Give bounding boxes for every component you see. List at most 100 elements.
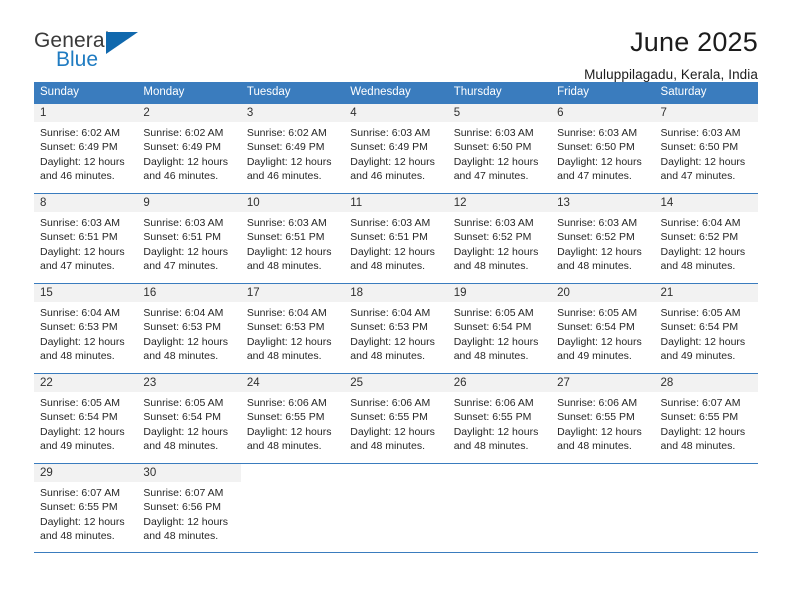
- day-cell[interactable]: 11 Sunrise: 6:03 AM Sunset: 6:51 PM Dayl…: [344, 194, 448, 283]
- day-cell[interactable]: 19 Sunrise: 6:05 AM Sunset: 6:54 PM Dayl…: [447, 284, 552, 373]
- day-number: 9: [137, 194, 241, 212]
- day-cell[interactable]: 20 Sunrise: 6:05 AM Sunset: 6:54 PM Dayl…: [551, 284, 655, 373]
- sunset-text: Sunset: 6:54 PM: [40, 411, 118, 424]
- day-cell[interactable]: 2 Sunrise: 6:02 AM Sunset: 6:49 PM Dayli…: [137, 104, 241, 193]
- day-details: Sunrise: 6:03 AM Sunset: 6:51 PM Dayligh…: [241, 212, 344, 274]
- sunset-text: Sunset: 6:55 PM: [350, 411, 428, 424]
- daylight-text-line1: Daylight: 12 hours: [660, 245, 746, 258]
- sunset-text: Sunset: 6:49 PM: [246, 141, 325, 154]
- day-details: Sunrise: 6:06 AM Sunset: 6:55 PM Dayligh…: [551, 392, 654, 454]
- day-cell[interactable]: 25 Sunrise: 6:06 AM Sunset: 6:55 PM Dayl…: [344, 374, 448, 463]
- day-cell-empty: [551, 464, 655, 552]
- sunset-text: Sunset: 6:56 PM: [143, 501, 222, 514]
- daylight-text-line1: Daylight: 12 hours: [246, 245, 332, 258]
- day-cell[interactable]: 26 Sunrise: 6:06 AM Sunset: 6:55 PM Dayl…: [447, 374, 552, 463]
- daylight-text-line1: Daylight: 12 hours: [557, 425, 642, 438]
- day-cell[interactable]: 13 Sunrise: 6:03 AM Sunset: 6:52 PM Dayl…: [551, 194, 655, 283]
- sunset-text: Sunset: 6:49 PM: [40, 141, 118, 154]
- sunset-text: Sunset: 6:52 PM: [453, 231, 532, 244]
- day-cell[interactable]: 17 Sunrise: 6:04 AM Sunset: 6:53 PM Dayl…: [240, 284, 345, 373]
- week-row: 22 Sunrise: 6:05 AM Sunset: 6:54 PM Dayl…: [34, 373, 758, 463]
- day-number: 28: [654, 374, 758, 392]
- sunrise-text: Sunrise: 6:07 AM: [660, 397, 741, 409]
- calendar-grid: Sunday Monday Tuesday Wednesday Thursday…: [34, 82, 758, 553]
- day-details: Sunrise: 6:07 AM Sunset: 6:55 PM Dayligh…: [655, 392, 758, 454]
- sunrise-text: Sunrise: 6:03 AM: [660, 127, 741, 139]
- page-title: June 2025: [630, 27, 758, 57]
- sunset-text: Sunset: 6:55 PM: [246, 411, 325, 424]
- sunrise-text: Sunrise: 6:03 AM: [40, 217, 120, 229]
- day-number: 21: [654, 284, 758, 302]
- day-cell[interactable]: 12 Sunrise: 6:03 AM Sunset: 6:52 PM Dayl…: [447, 194, 552, 283]
- day-cell[interactable]: 1 Sunrise: 6:02 AM Sunset: 6:49 PM Dayli…: [34, 104, 138, 193]
- daylight-text-line2: and 49 minutes.: [40, 440, 115, 453]
- sunrise-text: Sunrise: 6:03 AM: [350, 217, 431, 229]
- daylight-text-line1: Daylight: 12 hours: [453, 425, 539, 438]
- day-details: Sunrise: 6:03 AM Sunset: 6:50 PM Dayligh…: [448, 122, 551, 184]
- day-details: Sunrise: 6:05 AM Sunset: 6:54 PM Dayligh…: [34, 392, 137, 454]
- sunset-text: Sunset: 6:54 PM: [143, 411, 222, 424]
- sunset-text: Sunset: 6:54 PM: [660, 321, 739, 334]
- day-details: Sunrise: 6:06 AM Sunset: 6:55 PM Dayligh…: [344, 392, 447, 454]
- sunset-text: Sunset: 6:51 PM: [246, 231, 325, 244]
- daylight-text-line2: and 47 minutes.: [40, 260, 115, 273]
- day-cell[interactable]: 18 Sunrise: 6:04 AM Sunset: 6:53 PM Dayl…: [344, 284, 448, 373]
- day-number: 12: [447, 194, 552, 212]
- sunset-text: Sunset: 6:54 PM: [453, 321, 532, 334]
- sunrise-text: Sunrise: 6:03 AM: [453, 217, 534, 229]
- daylight-text-line1: Daylight: 12 hours: [143, 245, 229, 258]
- day-cell[interactable]: 22 Sunrise: 6:05 AM Sunset: 6:54 PM Dayl…: [34, 374, 138, 463]
- daylight-text-line1: Daylight: 12 hours: [246, 335, 332, 348]
- sunset-text: Sunset: 6:52 PM: [557, 231, 635, 244]
- sunset-text: Sunset: 6:51 PM: [350, 231, 428, 244]
- day-details: Sunrise: 6:04 AM Sunset: 6:52 PM Dayligh…: [655, 212, 758, 274]
- day-cell-empty: [240, 464, 345, 552]
- day-number: 19: [447, 284, 552, 302]
- weekday-tuesday: Tuesday: [246, 86, 291, 98]
- day-cell[interactable]: 8 Sunrise: 6:03 AM Sunset: 6:51 PM Dayli…: [34, 194, 138, 283]
- sunrise-text: Sunrise: 6:03 AM: [453, 127, 534, 139]
- sunrise-text: Sunrise: 6:06 AM: [453, 397, 534, 409]
- day-cell[interactable]: 27 Sunrise: 6:06 AM Sunset: 6:55 PM Dayl…: [551, 374, 655, 463]
- day-cell[interactable]: 3 Sunrise: 6:02 AM Sunset: 6:49 PM Dayli…: [240, 104, 345, 193]
- day-details: Sunrise: 6:03 AM Sunset: 6:50 PM Dayligh…: [655, 122, 758, 184]
- sunset-text: Sunset: 6:55 PM: [453, 411, 532, 424]
- day-cell[interactable]: 4 Sunrise: 6:03 AM Sunset: 6:49 PM Dayli…: [344, 104, 448, 193]
- day-number: 26: [447, 374, 552, 392]
- sunset-text: Sunset: 6:53 PM: [143, 321, 222, 334]
- sunrise-text: Sunrise: 6:05 AM: [453, 307, 534, 319]
- day-cell[interactable]: 6 Sunrise: 6:03 AM Sunset: 6:50 PM Dayli…: [551, 104, 655, 193]
- day-cell[interactable]: 10 Sunrise: 6:03 AM Sunset: 6:51 PM Dayl…: [240, 194, 345, 283]
- page-header: General Blue June 2025 Muluppilagadu, Ke…: [34, 0, 758, 83]
- day-cell[interactable]: 7 Sunrise: 6:03 AM Sunset: 6:50 PM Dayli…: [654, 104, 758, 193]
- day-cell[interactable]: 14 Sunrise: 6:04 AM Sunset: 6:52 PM Dayl…: [654, 194, 758, 283]
- day-cell[interactable]: 23 Sunrise: 6:05 AM Sunset: 6:54 PM Dayl…: [137, 374, 241, 463]
- sunrise-text: Sunrise: 6:05 AM: [143, 397, 224, 409]
- day-cell[interactable]: 24 Sunrise: 6:06 AM Sunset: 6:55 PM Dayl…: [240, 374, 345, 463]
- day-number: 10: [240, 194, 345, 212]
- day-number: 18: [344, 284, 448, 302]
- sunset-text: Sunset: 6:50 PM: [453, 141, 532, 154]
- day-cell[interactable]: 30 Sunrise: 6:07 AM Sunset: 6:56 PM Dayl…: [137, 464, 241, 552]
- sunset-text: Sunset: 6:53 PM: [350, 321, 428, 334]
- weekday-monday: Monday: [143, 86, 185, 98]
- sunrise-text: Sunrise: 6:04 AM: [143, 307, 224, 319]
- day-cell[interactable]: 21 Sunrise: 6:05 AM Sunset: 6:54 PM Dayl…: [654, 284, 758, 373]
- day-cell[interactable]: 9 Sunrise: 6:03 AM Sunset: 6:51 PM Dayli…: [137, 194, 241, 283]
- generalblue-logo[interactable]: General Blue: [34, 28, 139, 74]
- day-cell[interactable]: 28 Sunrise: 6:07 AM Sunset: 6:55 PM Dayl…: [654, 374, 758, 463]
- daylight-text-line2: and 48 minutes.: [246, 440, 322, 453]
- day-cell[interactable]: 15 Sunrise: 6:04 AM Sunset: 6:53 PM Dayl…: [34, 284, 138, 373]
- day-details: Sunrise: 6:03 AM Sunset: 6:51 PM Dayligh…: [34, 212, 137, 274]
- day-details: Sunrise: 6:03 AM Sunset: 6:52 PM Dayligh…: [448, 212, 551, 274]
- day-number: 17: [240, 284, 345, 302]
- day-details: Sunrise: 6:03 AM Sunset: 6:50 PM Dayligh…: [551, 122, 654, 184]
- day-cell[interactable]: 16 Sunrise: 6:04 AM Sunset: 6:53 PM Dayl…: [137, 284, 241, 373]
- day-number: 22: [34, 374, 138, 392]
- daylight-text-line1: Daylight: 12 hours: [453, 335, 539, 348]
- daylight-text-line1: Daylight: 12 hours: [453, 245, 539, 258]
- sunset-text: Sunset: 6:49 PM: [143, 141, 222, 154]
- day-cell[interactable]: 5 Sunrise: 6:03 AM Sunset: 6:50 PM Dayli…: [447, 104, 552, 193]
- day-cell[interactable]: 29 Sunrise: 6:07 AM Sunset: 6:55 PM Dayl…: [34, 464, 138, 552]
- sunset-text: Sunset: 6:50 PM: [660, 141, 739, 154]
